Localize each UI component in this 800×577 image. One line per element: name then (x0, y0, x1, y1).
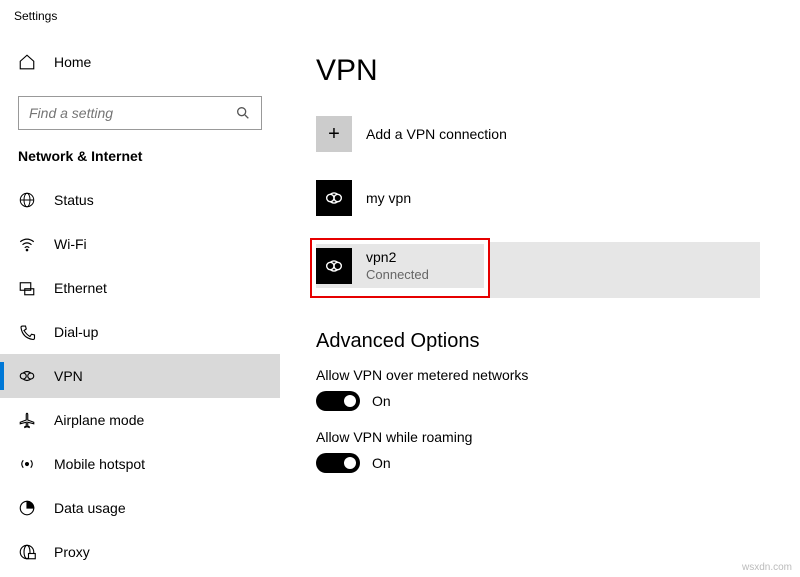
watermark: wsxdn.com (742, 562, 792, 573)
toggle-roaming[interactable] (316, 453, 360, 473)
sidebar-item-label: Status (54, 192, 94, 208)
sidebar-item-label: Dial-up (54, 324, 98, 340)
toggle-state: On (372, 393, 391, 409)
highlight-box: vpn2 Connected (310, 238, 490, 298)
vpn-name: my vpn (366, 189, 411, 207)
sidebar-item-status[interactable]: Status (0, 178, 280, 222)
content-pane: VPN + Add a VPN connection my vpn vpn2 (280, 32, 800, 577)
wifi-icon (18, 235, 36, 253)
window-title: Settings (14, 9, 57, 23)
option-label: Allow VPN over metered networks (316, 367, 760, 383)
home-nav[interactable]: Home (0, 42, 280, 82)
datausage-icon (18, 499, 36, 517)
advanced-options-title: Advanced Options (316, 330, 760, 353)
sidebar-item-ethernet[interactable]: Ethernet (0, 266, 280, 310)
sidebar-item-label: Mobile hotspot (54, 456, 145, 472)
sidebar-item-hotspot[interactable]: Mobile hotspot (0, 442, 280, 486)
vpn-connection-item-selected[interactable]: vpn2 Connected (316, 244, 484, 288)
toggle-metered[interactable] (316, 391, 360, 411)
sidebar-item-label: Wi-Fi (54, 236, 87, 252)
home-label: Home (54, 54, 91, 70)
page-title: VPN (316, 54, 760, 88)
sidebar: Home Network & Internet Status Wi-Fi (0, 32, 280, 577)
sidebar-item-label: Ethernet (54, 280, 107, 296)
globe-icon (18, 191, 36, 209)
vpn-icon (18, 367, 36, 385)
option-label: Allow VPN while roaming (316, 429, 760, 445)
add-vpn-label: Add a VPN connection (366, 125, 507, 143)
window-titlebar: Settings (0, 0, 800, 32)
add-vpn-button[interactable]: + Add a VPN connection (316, 110, 760, 158)
sidebar-item-datausage[interactable]: Data usage (0, 486, 280, 530)
vpn-status: Connected (366, 267, 429, 284)
ethernet-icon (18, 279, 36, 297)
plus-icon: + (316, 116, 352, 152)
vpn-connection-icon (316, 248, 352, 284)
category-title: Network & Internet (0, 148, 280, 178)
sidebar-item-wifi[interactable]: Wi-Fi (0, 222, 280, 266)
search-input[interactable] (29, 105, 235, 121)
airplane-icon (18, 411, 36, 429)
sidebar-item-label: VPN (54, 368, 83, 384)
search-box[interactable] (18, 96, 262, 130)
hotspot-icon (18, 455, 36, 473)
home-icon (18, 53, 36, 71)
sidebar-item-airplane[interactable]: Airplane mode (0, 398, 280, 442)
sidebar-item-label: Airplane mode (54, 412, 144, 428)
sidebar-item-proxy[interactable]: Proxy (0, 530, 280, 574)
sidebar-item-vpn[interactable]: VPN (0, 354, 280, 398)
proxy-icon (18, 543, 36, 561)
vpn-connection-icon (316, 180, 352, 216)
sidebar-item-dialup[interactable]: Dial-up (0, 310, 280, 354)
sidebar-item-label: Data usage (54, 500, 126, 516)
vpn-connection-item[interactable]: my vpn (316, 174, 760, 222)
dialup-icon (18, 323, 36, 341)
toggle-state: On (372, 455, 391, 471)
selected-row-tail (490, 242, 760, 298)
sidebar-item-label: Proxy (54, 544, 90, 560)
vpn-name: vpn2 (366, 248, 429, 266)
search-icon (235, 105, 251, 121)
